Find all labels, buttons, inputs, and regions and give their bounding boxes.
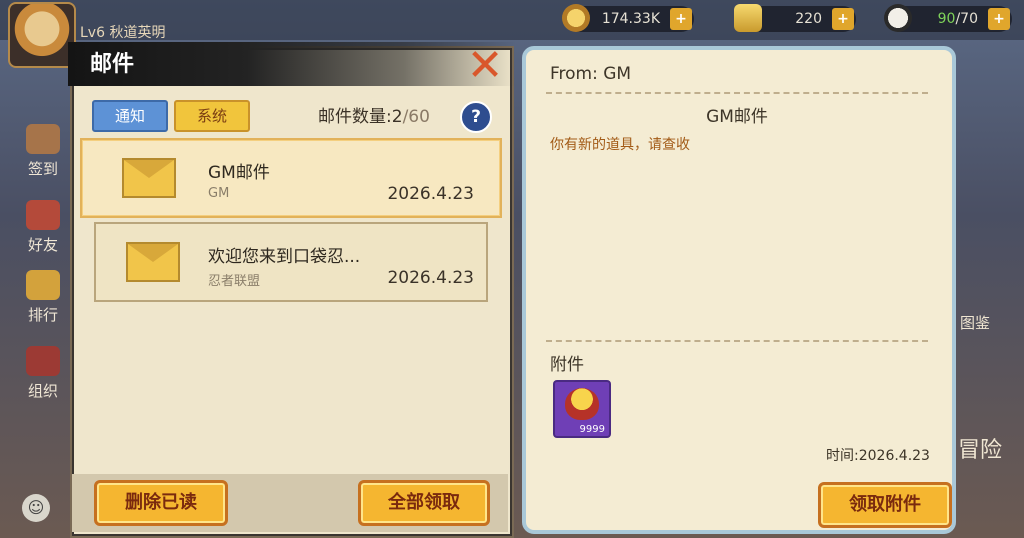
chat-emoji-icon[interactable]: ☺ [22, 494, 50, 522]
mail-time: 时间:2026.4.23 [826, 448, 930, 464]
gold-counter: 220 + [734, 4, 856, 32]
rice-ball-icon [884, 4, 912, 32]
mail-subject: 欢迎您来到口袋忍... [208, 247, 361, 267]
player-level: Lv6 [80, 25, 105, 41]
rside-collection[interactable]: 图鉴 [960, 312, 990, 333]
mail-date: 2026.4.23 [387, 268, 474, 288]
sidenav-friends[interactable]: 好友 [20, 200, 66, 255]
stamina-value: 90/70 [937, 11, 978, 27]
sidenav-ranking[interactable]: 排行 [20, 270, 66, 325]
treasure-bag-icon [565, 388, 599, 420]
add-stamina-button[interactable]: + [988, 8, 1010, 30]
gold-value: 220 [795, 11, 822, 27]
attachments-label: 附件 [550, 355, 584, 375]
sidenav-guild[interactable]: 组织 [20, 346, 66, 401]
claim-all-button[interactable]: 全部领取 [358, 480, 490, 526]
mail-list-item[interactable]: 欢迎您来到口袋忍... 忍者联盟 2026.4.23 [94, 222, 488, 302]
mail-date: 2026.4.23 [387, 184, 474, 204]
title-band: 邮件 [68, 42, 516, 86]
coin-icon [562, 4, 590, 32]
add-gold-button[interactable]: + [832, 8, 854, 30]
player-level-name: Lv6 秋道英明 [80, 22, 165, 42]
tab-system[interactable]: 系统 [174, 100, 250, 132]
mail-sender: 忍者联盟 [208, 274, 261, 289]
attachment-item[interactable]: 9999 [553, 380, 611, 438]
mail-count: 邮件数量:2/60 [318, 107, 430, 127]
mail-sender: GM [208, 186, 230, 201]
sidenav-signin[interactable]: 签到 [20, 124, 66, 179]
close-icon[interactable]: ✕ [460, 44, 510, 88]
gold-ingot-icon [734, 4, 762, 32]
mail-list-item[interactable]: GM邮件 GM 2026.4.23 [80, 138, 502, 218]
add-coin-button[interactable]: + [670, 8, 692, 30]
mail-from: From: GM [550, 64, 632, 84]
claim-attachment-button[interactable]: 领取附件 [818, 482, 952, 528]
envelope-icon [122, 158, 176, 198]
player-name: 秋道英明 [109, 25, 166, 41]
help-icon[interactable]: ? [460, 101, 492, 133]
rside-adventure[interactable]: 冒险 [958, 432, 1002, 464]
stamina-counter: 90/70 + [884, 4, 1012, 32]
friends-icon [26, 200, 60, 230]
calendar-icon [26, 124, 60, 154]
player-avatar[interactable] [8, 2, 76, 68]
divider [546, 92, 928, 94]
trophy-icon [26, 270, 60, 300]
tab-notice[interactable]: 通知 [92, 100, 168, 132]
attachment-quantity: 9999 [579, 424, 605, 435]
panel-title: 邮件 [90, 52, 135, 77]
coin-value: 174.33K [601, 11, 660, 27]
delete-read-button[interactable]: 删除已读 [94, 480, 228, 526]
detail-body: 你有新的道具，请查收 [550, 137, 690, 153]
detail-subject: GM邮件 [706, 107, 768, 127]
coin-counter: 174.33K + [562, 4, 694, 32]
mail-subject: GM邮件 [208, 163, 270, 183]
open-envelope-icon [126, 242, 180, 282]
guild-icon [26, 346, 60, 376]
divider [546, 340, 928, 342]
